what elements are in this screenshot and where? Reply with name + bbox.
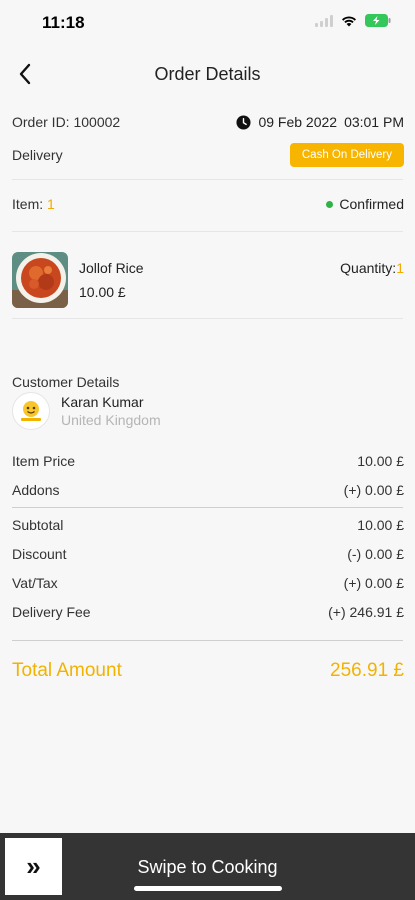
payment-method-badge: Cash On Delivery: [289, 143, 404, 167]
divider: [12, 179, 403, 180]
delivery-fee-label: Delivery Fee: [12, 604, 91, 620]
item-count-label: Item:: [12, 196, 48, 212]
order-status: Confirmed: [326, 196, 404, 212]
addons-value: (+) 0.00 £: [343, 482, 404, 498]
food-image: [12, 252, 68, 308]
item-price: 10.00 £: [79, 284, 126, 300]
item-price-label: Item Price: [12, 453, 76, 469]
swipe-to-cooking-bar[interactable]: » Swipe to Cooking: [0, 833, 415, 900]
vat-label: Vat/Tax: [12, 575, 58, 591]
clock-icon: [236, 114, 251, 130]
divider: [12, 318, 403, 319]
order-datetime: 09 Feb 2022 03:01 PM: [236, 114, 404, 130]
total-amount-value: 256.91 £: [330, 660, 404, 681]
delivery-fee-value: (+) 246.91 £: [328, 604, 404, 620]
customer-country: United Kingdom: [61, 412, 161, 428]
item-price-row: Item Price 10.00 £: [12, 453, 404, 469]
total-amount-row: Total Amount 256.91 £: [12, 660, 404, 682]
divider: [12, 507, 403, 508]
divider: [12, 231, 403, 232]
status-dot-icon: [326, 200, 334, 208]
avatar: [12, 392, 50, 430]
subtotal-label: Subtotal: [12, 517, 64, 533]
signal-icon: [315, 14, 333, 27]
wifi-icon: [341, 15, 357, 27]
discount-row: Discount (-) 0.00 £: [12, 546, 404, 562]
status-bar: 11:18: [0, 0, 415, 46]
item-quantity: Quantity:1: [340, 260, 404, 276]
discount-value: (-) 0.00 £: [347, 546, 404, 562]
delivery-fee-row: Delivery Fee (+) 246.91 £: [12, 604, 404, 620]
order-date: 09 Feb 2022: [258, 114, 338, 130]
discount-label: Discount: [12, 546, 67, 562]
divider: [12, 640, 403, 641]
status-time: 11:18: [42, 13, 85, 32]
home-indicator: [134, 886, 282, 891]
item-quantity-label: Quantity:: [340, 260, 397, 276]
vat-value: (+) 0.00 £: [343, 575, 404, 591]
page-title: Order Details: [154, 64, 261, 84]
swipe-label: Swipe to Cooking: [137, 857, 278, 877]
total-amount-label: Total Amount: [12, 660, 122, 681]
item-name: Jollof Rice: [79, 260, 144, 276]
item-count-value: 1: [47, 196, 55, 212]
addons-row: Addons (+) 0.00 £: [12, 482, 404, 498]
subtotal-value: 10.00 £: [357, 517, 404, 533]
item-price-value: 10.00 £: [357, 453, 404, 469]
addons-label: Addons: [12, 482, 60, 498]
battery-charging-icon: [365, 14, 391, 27]
order-time: 03:01 PM: [344, 114, 404, 130]
customer-name: Karan Kumar: [61, 394, 144, 410]
item-quantity-value: 1: [396, 260, 404, 276]
subtotal-row: Subtotal 10.00 £: [12, 517, 404, 533]
restaurant-logo-icon: [21, 401, 41, 421]
status-icons: [315, 14, 391, 27]
customer-details-heading: Customer Details: [12, 374, 120, 390]
vat-row: Vat/Tax (+) 0.00 £: [12, 575, 404, 591]
order-status-label: Confirmed: [339, 196, 404, 212]
header-bar: Order Details: [0, 48, 415, 100]
